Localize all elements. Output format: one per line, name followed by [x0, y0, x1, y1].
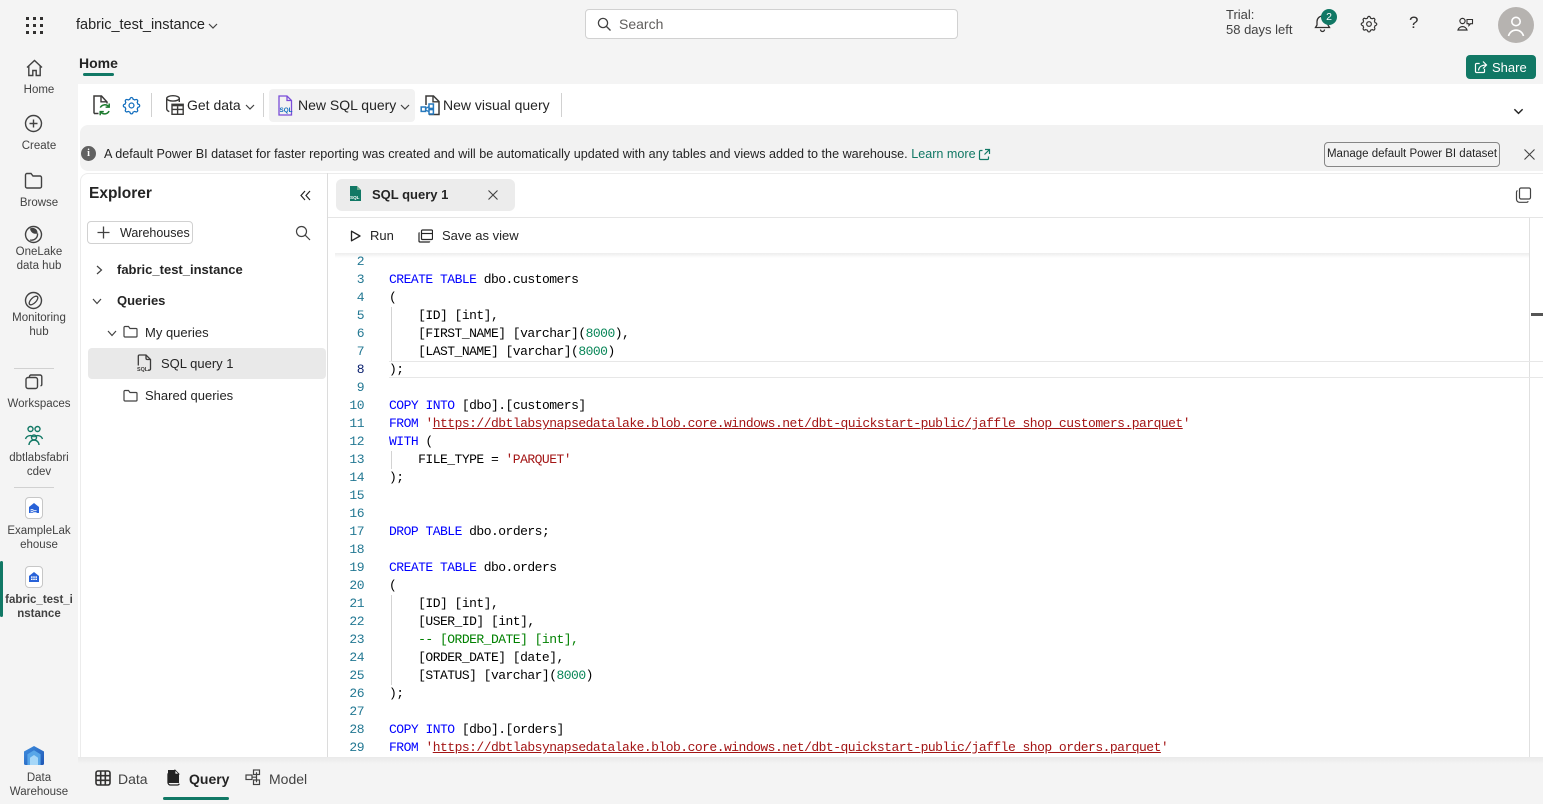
- svg-text:SQL: SQL: [350, 195, 360, 200]
- svg-text:SQL: SQL: [137, 367, 149, 373]
- svg-text:SQL: SQL: [280, 107, 293, 114]
